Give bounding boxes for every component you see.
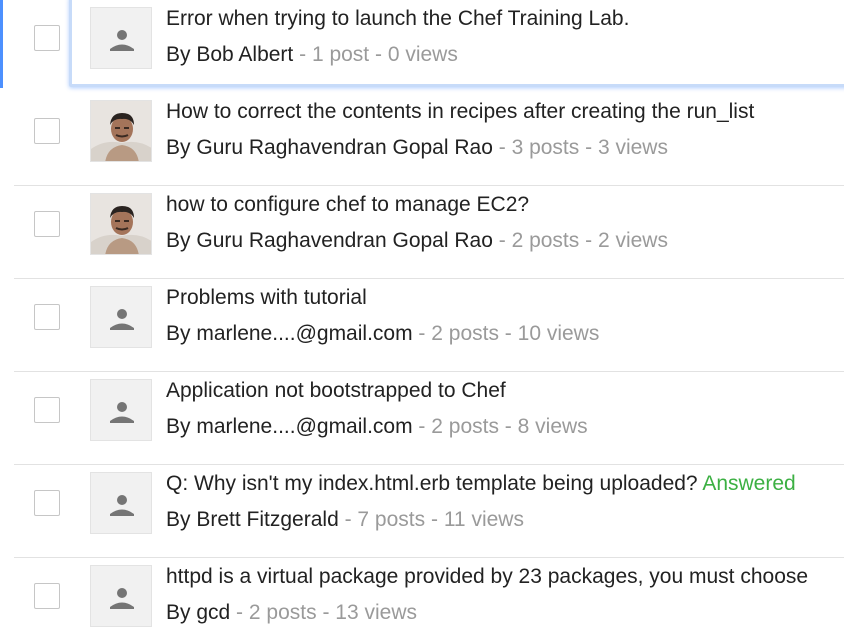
meta-separator: - — [579, 229, 598, 252]
post-count: 2 posts — [511, 229, 580, 252]
view-count: 2 views — [597, 229, 668, 252]
thread-title-text[interactable]: Application not bootstrapped to Chef — [166, 379, 506, 402]
thread-meta: By Guru Raghavendran Gopal Rao - 2 posts… — [166, 228, 668, 254]
thread-title[interactable]: Error when trying to launch the Chef Tra… — [166, 6, 842, 32]
meta-separator: - — [338, 508, 358, 531]
thread-title-text[interactable]: Q: Why isn't my index.html.erb template … — [166, 472, 698, 495]
post-count: 1 post — [311, 43, 370, 66]
author-name[interactable]: marlene....@gmail.com — [196, 415, 412, 438]
thread-row[interactable]: how to configure chef to manage EC2? By G… — [14, 186, 844, 279]
view-count: 13 views — [335, 601, 417, 624]
view-count: 0 views — [387, 43, 458, 66]
thread-checkbox[interactable] — [34, 304, 60, 330]
thread-title[interactable]: httpd is a virtual package provided by 2… — [166, 564, 842, 590]
author-name[interactable]: marlene....@gmail.com — [196, 322, 412, 345]
post-count: 2 posts — [431, 322, 499, 345]
meta-separator: - — [498, 322, 518, 345]
thread-title-text[interactable]: Error when trying to launch the Chef Tra… — [166, 7, 629, 30]
author-name[interactable]: Brett Fitzgerald — [196, 508, 338, 531]
thread-meta: By Brett Fitzgerald - 7 posts - 11 views — [166, 507, 524, 533]
thread-title[interactable]: Problems with tutorial — [166, 285, 842, 311]
thread-meta: By Guru Raghavendran Gopal Rao - 3 posts… — [166, 135, 668, 161]
thread-meta: By Bob Albert - 1 post - 0 views — [166, 42, 458, 68]
by-label: By — [166, 43, 191, 66]
meta-separator: - — [412, 322, 432, 345]
thread-row[interactable]: httpd is a virtual package provided by 2… — [14, 558, 844, 627]
thread-row[interactable]: Problems with tutorial By marlene....@gma… — [14, 279, 844, 372]
default-avatar-icon — [90, 565, 152, 627]
meta-separator: - — [492, 136, 512, 159]
default-avatar-icon — [90, 7, 152, 69]
thread-checkbox[interactable] — [34, 397, 60, 423]
thread-checkbox[interactable] — [34, 211, 60, 237]
thread-title[interactable]: how to configure chef to manage EC2? — [166, 192, 842, 218]
thread-title-text[interactable]: httpd is a virtual package provided by 2… — [166, 565, 808, 588]
thread-checkbox[interactable] — [34, 118, 60, 144]
meta-separator: - — [293, 43, 312, 66]
by-label: By — [166, 136, 191, 159]
meta-separator: - — [316, 601, 336, 624]
meta-separator: - — [498, 415, 518, 438]
author-name[interactable]: Guru Raghavendran Gopal Rao — [196, 136, 493, 159]
author-name[interactable]: Guru Raghavendran Gopal Rao — [196, 229, 493, 252]
thread-title-text[interactable]: How to correct the contents in recipes a… — [166, 100, 754, 123]
thread-checkbox[interactable] — [34, 25, 60, 51]
avatar-photo — [90, 193, 152, 255]
view-count: 3 views — [597, 136, 668, 159]
thread-row[interactable]: How to correct the contents in recipes a… — [14, 93, 844, 186]
by-label: By — [166, 229, 191, 252]
post-count: 7 posts — [357, 508, 426, 531]
thread-row[interactable]: Application not bootstrapped to Chef By m… — [14, 372, 844, 465]
meta-separator: - — [492, 229, 512, 252]
post-count: 3 posts — [511, 136, 580, 159]
default-avatar-icon — [90, 472, 152, 534]
view-count: 10 views — [517, 322, 600, 345]
thread-checkbox[interactable] — [34, 490, 60, 516]
by-label: By — [166, 415, 191, 438]
by-label: By — [166, 322, 191, 345]
thread-title[interactable]: Q: Why isn't my index.html.erb template … — [166, 471, 842, 497]
default-avatar-icon — [90, 286, 152, 348]
post-count: 2 posts — [248, 601, 317, 624]
thread-title[interactable]: How to correct the contents in recipes a… — [166, 99, 842, 125]
thread-meta: By marlene....@gmail.com - 2 posts - 8 v… — [166, 414, 588, 440]
meta-separator: - — [412, 415, 432, 438]
meta-separator: - — [425, 508, 444, 531]
thread-meta: By gcd - 2 posts - 13 views — [166, 600, 417, 626]
view-count: 8 views — [517, 415, 588, 438]
post-count: 2 posts — [431, 415, 499, 438]
thread-row[interactable]: Q: Why isn't my index.html.erb template … — [14, 465, 844, 558]
author-name[interactable]: gcd — [196, 601, 230, 624]
answered-badge: Answered — [702, 472, 796, 495]
meta-separator: - — [579, 136, 598, 159]
thread-title-text[interactable]: Problems with tutorial — [166, 286, 367, 309]
thread-row[interactable]: Error when trying to launch the Chef Tra… — [0, 0, 844, 93]
view-count: 11 views — [443, 508, 524, 531]
meta-separator: - — [369, 43, 388, 66]
thread-title[interactable]: Application not bootstrapped to Chef — [166, 378, 842, 404]
by-label: By — [166, 601, 191, 624]
thread-meta: By marlene....@gmail.com - 2 posts - 10 … — [166, 321, 599, 347]
thread-list: Error when trying to launch the Chef Tra… — [0, 0, 844, 627]
author-name[interactable]: Bob Albert — [196, 43, 293, 66]
by-label: By — [166, 508, 191, 531]
default-avatar-icon — [90, 379, 152, 441]
thread-checkbox[interactable] — [34, 583, 60, 609]
avatar-photo — [90, 100, 152, 162]
meta-separator: - — [230, 601, 249, 624]
thread-title-text[interactable]: how to configure chef to manage EC2? — [166, 193, 529, 216]
